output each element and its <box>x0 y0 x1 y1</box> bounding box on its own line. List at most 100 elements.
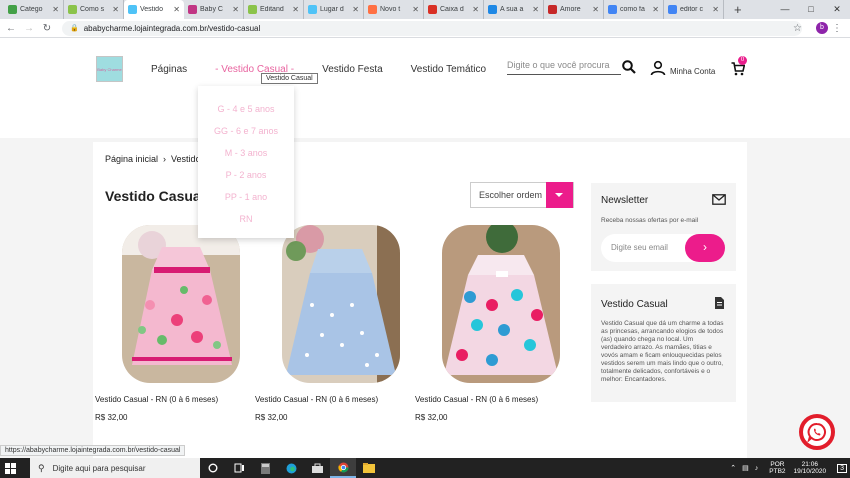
windows-start-icon[interactable] <box>0 458 20 478</box>
bookmark-star-icon[interactable]: ☆ <box>793 23 802 34</box>
close-window-icon[interactable]: ✕ <box>824 0 850 19</box>
address-bar: ← → ↻ 🔒 ababycharme.lojaintegrada.com.br… <box>0 19 850 38</box>
whatsapp-button[interactable] <box>799 414 835 450</box>
store-logo[interactable]: Baby Charme <box>96 56 123 82</box>
search-icon[interactable] <box>622 60 636 74</box>
tab-close-icon[interactable]: ✕ <box>652 5 659 14</box>
tab-close-icon[interactable]: ✕ <box>472 5 479 14</box>
tab-close-icon[interactable]: ✕ <box>592 5 599 14</box>
blue-polka-dress-image <box>282 225 400 383</box>
status-bar-url: https://ababycharme.lojaintegrada.com.br… <box>0 445 186 456</box>
product-image[interactable] <box>122 225 240 383</box>
clock-date: 19/10/2020 <box>793 468 827 475</box>
task-view-icon[interactable] <box>226 458 252 478</box>
chrome-taskbar-icon[interactable] <box>330 458 356 478</box>
tab-close-icon[interactable]: ✕ <box>712 5 719 14</box>
user-icon[interactable] <box>650 60 666 76</box>
dropdown-item[interactable]: GG - 6 e 7 anos <box>198 125 294 147</box>
category-content-card: Página inicial › Vestido Casual Vestido Ca… <box>93 142 747 458</box>
account-link[interactable]: Minha Conta <box>670 67 715 76</box>
keyboard-language[interactable]: POR PTB2 <box>769 461 785 475</box>
browser-tab[interactable]: editor c ✕ <box>664 0 724 19</box>
profile-avatar[interactable]: b <box>816 22 828 34</box>
dropdown-item[interactable]: G - 4 e 5 anos <box>198 103 294 125</box>
tab-close-icon[interactable]: ✕ <box>412 5 419 14</box>
tab-favicon-icon <box>188 5 197 14</box>
reload-icon[interactable]: ↻ <box>40 23 54 34</box>
dropdown-item[interactable]: M - 3 anos <box>198 147 294 169</box>
store-icon[interactable] <box>304 458 330 478</box>
forward-icon[interactable]: → <box>22 23 36 34</box>
system-tray: ⌃ ▤ ♪ POR PTB2 21:06 19/10/2020 3 <box>727 458 850 478</box>
url-field[interactable]: 🔒 ababycharme.lojaintegrada.com.br/vesti… <box>62 20 802 36</box>
product-image[interactable] <box>442 225 560 383</box>
notification-center-icon[interactable]: 3 <box>837 463 847 473</box>
tab-close-icon[interactable]: ✕ <box>352 5 359 14</box>
browser-tab[interactable]: Vestido ✕ <box>124 0 184 19</box>
volume-icon[interactable]: ♪ <box>755 465 759 472</box>
sort-dropdown-button[interactable] <box>545 182 573 208</box>
tray-chevron-icon[interactable]: ⌃ <box>730 464 736 472</box>
tab-close-icon[interactable]: ✕ <box>292 5 299 14</box>
product-name[interactable]: Vestido Casual - RN (0 à 6 meses) <box>415 395 565 404</box>
product-name[interactable]: Vestido Casual - RN (0 à 6 meses) <box>95 395 245 404</box>
product-price: R$ 32,00 <box>415 413 448 422</box>
tab-close-icon[interactable]: ✕ <box>112 5 119 14</box>
tab-close-icon[interactable]: ✕ <box>52 5 59 14</box>
tab-title: editor c <box>680 6 703 13</box>
back-icon[interactable]: ← <box>4 23 18 34</box>
minimize-icon[interactable]: — <box>772 0 798 19</box>
taskbar-search-box[interactable]: ⚲ Digite aqui para pesquisar <box>30 458 200 478</box>
category-dropdown-menu: G - 4 e 5 anos GG - 6 e 7 anos M - 3 anos P… <box>198 86 294 238</box>
product-price: R$ 32,00 <box>255 413 288 422</box>
dropdown-item[interactable]: RN <box>198 213 294 235</box>
search-input[interactable]: Digite o que você procura <box>507 60 621 75</box>
menu-item-vestido-tematico[interactable]: Vestido Temático <box>411 64 486 75</box>
product-card[interactable]: Vestido Casual - RN (0 à 6 meses) R$ 32,… <box>255 225 405 422</box>
menu-item-vestido-festa[interactable]: Vestido Festa <box>322 64 383 75</box>
maximize-icon[interactable]: □ <box>798 0 824 19</box>
network-icon[interactable]: ▤ <box>742 464 749 472</box>
caret-down-icon <box>555 193 564 197</box>
product-card[interactable]: Vestido Casual - RN (0 à 6 meses) R$ 32,… <box>415 225 565 422</box>
newsletter-submit-button[interactable]: › <box>685 234 725 262</box>
browser-tab[interactable]: Baby C ✕ <box>184 0 244 19</box>
browser-tab[interactable]: Novo t ✕ <box>364 0 424 19</box>
taskbar-clock[interactable]: 21:06 19/10/2020 <box>794 461 827 475</box>
browser-tab[interactable]: Editand ✕ <box>244 0 304 19</box>
breadcrumb-home[interactable]: Página inicial <box>105 154 158 164</box>
tab-favicon-icon <box>428 5 437 14</box>
lock-icon: 🔒 <box>70 25 79 32</box>
windows-taskbar: ⚲ Digite aqui para pesquisar ⌃ ▤ ♪ POR P… <box>0 458 850 478</box>
product-card[interactable]: Vestido Casual - RN (0 à 6 meses) R$ 32,… <box>95 225 245 422</box>
document-icon <box>715 297 724 309</box>
tab-title: A sua a <box>500 6 524 13</box>
menu-item-paginas[interactable]: Páginas <box>151 64 187 75</box>
sort-select[interactable]: Escolher ordem <box>470 182 574 208</box>
tab-close-icon[interactable]: ✕ <box>232 5 239 14</box>
browser-tab[interactable]: Amore ✕ <box>544 0 604 19</box>
browser-tab[interactable]: Caixa d ✕ <box>424 0 484 19</box>
file-explorer-icon[interactable] <box>356 458 382 478</box>
dropdown-item[interactable]: PP - 1 ano <box>198 191 294 213</box>
breadcrumb-separator: › <box>163 154 167 164</box>
new-tab-button[interactable]: + <box>734 1 742 19</box>
cortana-icon[interactable] <box>200 458 226 478</box>
tab-close-icon[interactable]: ✕ <box>173 5 180 14</box>
product-image[interactable] <box>282 225 400 383</box>
browser-tab[interactable]: Catego ✕ <box>4 0 64 19</box>
calculator-icon[interactable] <box>252 458 278 478</box>
browser-tab[interactable]: A sua a ✕ <box>484 0 544 19</box>
product-name[interactable]: Vestido Casual - RN (0 à 6 meses) <box>255 395 405 404</box>
tab-list: Catego ✕ Como s ✕ Vestido ✕ Baby C ✕ Editand ✕ Lug… <box>0 0 724 19</box>
clock-time: 21:06 <box>801 461 818 468</box>
browser-tab[interactable]: como fa ✕ <box>604 0 664 19</box>
browser-menu-icon[interactable]: ⋮ <box>832 23 842 34</box>
browser-tab[interactable]: Como s ✕ <box>64 0 124 19</box>
tab-favicon-icon <box>608 5 617 14</box>
newsletter-description: Receba nossas ofertas por e-mail <box>601 217 699 224</box>
tab-close-icon[interactable]: ✕ <box>532 5 539 14</box>
dropdown-item[interactable]: P - 2 anos <box>198 169 294 191</box>
edge-icon[interactable] <box>278 458 304 478</box>
browser-tab[interactable]: Lugar d ✕ <box>304 0 364 19</box>
